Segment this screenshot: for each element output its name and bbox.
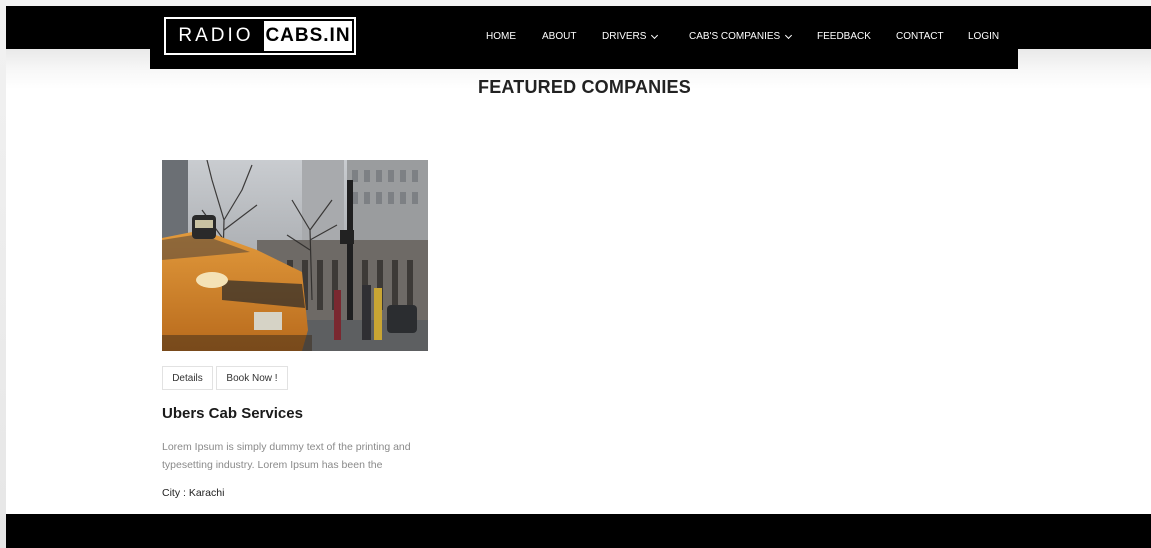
nav-cab-companies-label: CAB'S COMPANIES [689,31,781,42]
company-title: Ubers Cab Services [162,405,303,422]
logo-radio-text: RADIO [178,25,254,46]
nav-drivers[interactable]: DRIVERS [602,31,659,42]
company-city: City : Karachi [162,487,225,499]
nav-drivers-label: DRIVERS [602,31,647,42]
nav-about[interactable]: ABOUT [542,31,576,42]
nav-cab-companies[interactable]: CAB'S COMPANIES [689,31,793,42]
chevron-down-icon [785,31,793,39]
chevron-down-icon [651,31,659,39]
nav-login-label: LOGIN [968,31,1000,42]
site-logo[interactable]: RADIO CABS.IN [164,17,356,55]
nav-contact[interactable]: CONTACT [896,31,944,42]
company-description: Lorem Ipsum is simply dummy text of the … [162,441,411,471]
taxi-photo [162,160,428,351]
logo-cabs-text: CABS.IN [264,21,352,51]
nav-feedback[interactable]: FEEDBACK [817,31,871,42]
nav-feedback-label: FEEDBACK [817,31,871,42]
book-now-button[interactable]: Book Now ! [216,366,288,390]
nav-about-label: ABOUT [542,31,577,42]
nav-home[interactable]: HOME [486,31,516,42]
nav-home-label: HOME [486,31,516,42]
company-card-image[interactable] [162,160,428,351]
page-title: FEATURED COMPANIES [478,77,691,97]
nav-contact-label: CONTACT [896,31,944,42]
nav-login[interactable]: LOGIN [968,31,999,42]
details-button[interactable]: Details [162,366,213,390]
footer [6,514,1151,548]
